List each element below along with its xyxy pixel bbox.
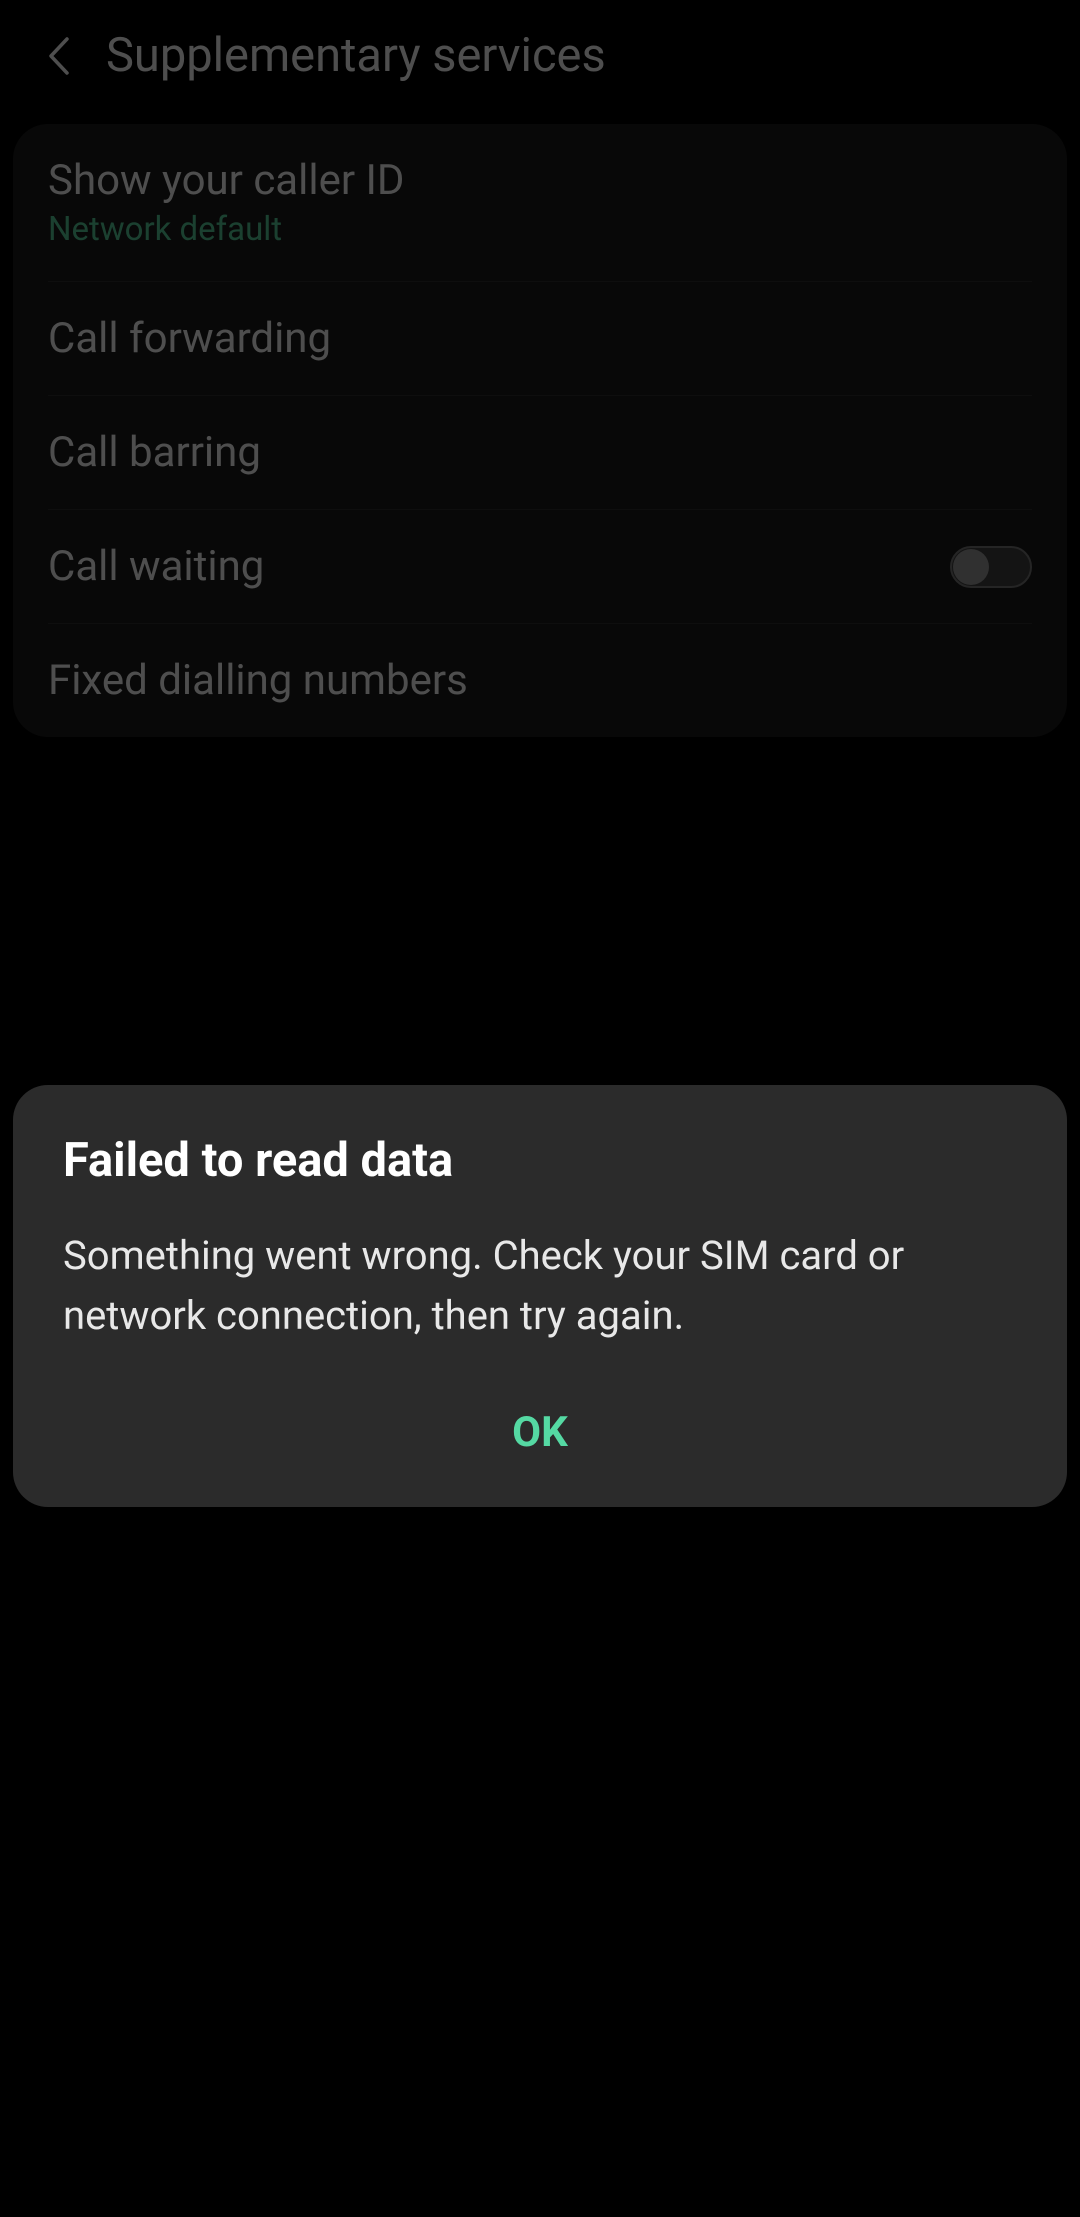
dialog-title: Failed to read data xyxy=(63,1133,1017,1188)
call-barring-title: Call barring xyxy=(48,428,261,477)
ok-button[interactable]: OK xyxy=(63,1396,1017,1469)
call-barring-item[interactable]: Call barring xyxy=(48,396,1032,510)
back-icon[interactable] xyxy=(45,35,71,77)
settings-card: Show your caller ID Network default Call… xyxy=(13,124,1067,737)
dialog-message: Something went wrong. Check your SIM car… xyxy=(63,1226,1017,1346)
toggle-knob xyxy=(953,549,989,585)
page-title: Supplementary services xyxy=(106,28,606,83)
caller-id-value: Network default xyxy=(48,210,405,249)
fixed-dialling-item[interactable]: Fixed dialling numbers xyxy=(48,624,1032,737)
error-dialog: Failed to read data Something went wrong… xyxy=(13,1085,1067,1507)
call-waiting-item[interactable]: Call waiting xyxy=(48,510,1032,624)
call-waiting-toggle[interactable] xyxy=(950,546,1032,588)
page-header: Supplementary services xyxy=(0,0,1080,111)
call-forwarding-title: Call forwarding xyxy=(48,314,331,363)
call-forwarding-item[interactable]: Call forwarding xyxy=(48,282,1032,396)
caller-id-title: Show your caller ID xyxy=(48,156,405,205)
caller-id-item[interactable]: Show your caller ID Network default xyxy=(48,124,1032,282)
call-waiting-title: Call waiting xyxy=(48,542,264,591)
fixed-dialling-title: Fixed dialling numbers xyxy=(48,656,468,705)
